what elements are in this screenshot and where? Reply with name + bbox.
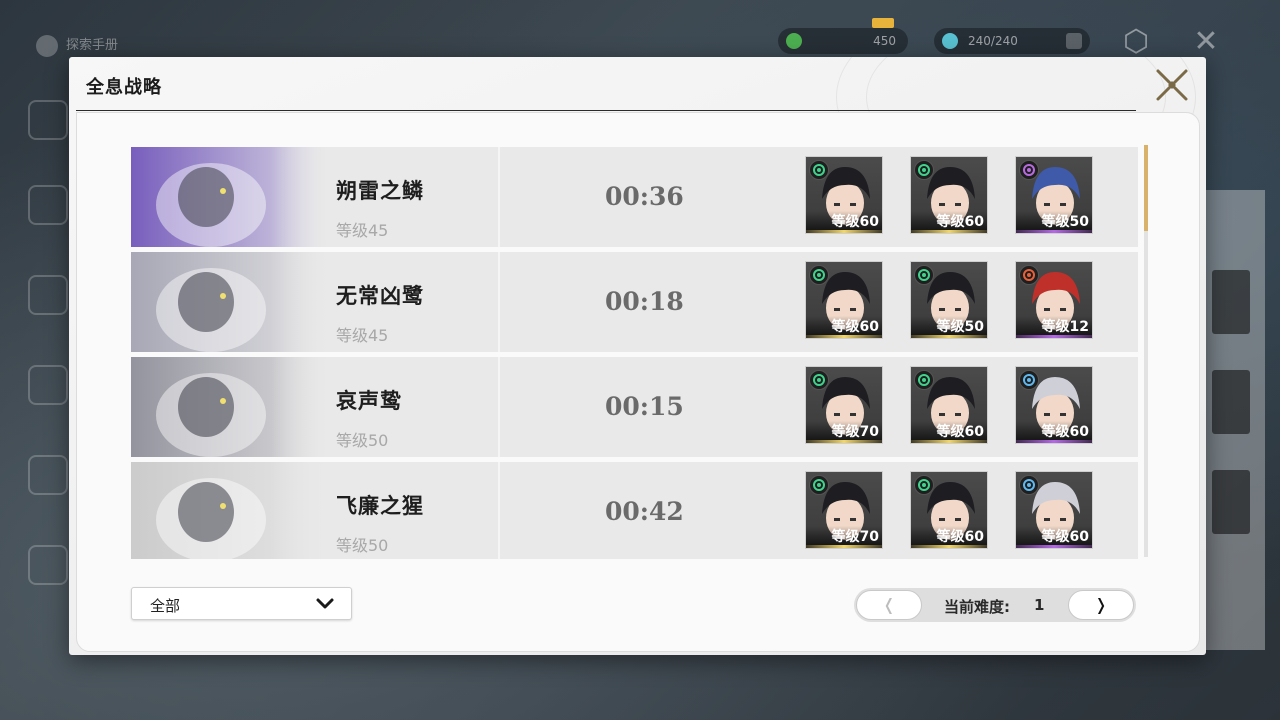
rarity-bar [911,230,987,233]
aero-icon [914,370,934,390]
fusion-icon [1019,265,1039,285]
background-slot [1212,270,1250,334]
row-divider [498,462,500,559]
side-icon [28,185,68,225]
row-divider [498,357,500,457]
close-icon [1156,69,1188,101]
next-difficulty-button[interactable]: ❭ [1068,590,1134,620]
team-character-card[interactable]: 等级60 [1015,471,1093,549]
add-icon [1066,33,1082,49]
background-title: 探索手册 [36,34,118,57]
rarity-bar [1016,440,1092,443]
boss-level: 等级45 [336,221,389,240]
boss-portrait [131,147,331,247]
background-slot [1212,470,1250,534]
chevron-down-icon [316,598,334,609]
dialog-title: 全息战略 [86,77,162,98]
boss-level: 等级50 [336,431,389,450]
currency-2-value: 240/240 [968,34,1018,48]
team-character-card[interactable]: 等级50 [910,261,988,339]
boss-row[interactable]: 朔雷之鳞等级45 00:36 等级60 等级60 等级50 [131,147,1138,247]
havoc-icon [1019,160,1039,180]
team-character-card[interactable]: 等级50 [1015,156,1093,234]
boss-row[interactable]: 哀声鸷等级50 00:15 等级70 等级60 等级60 [131,357,1138,457]
boss-portrait [131,357,331,457]
boss-name: 哀声鸷 [336,389,402,413]
currency-tag [872,18,894,28]
rarity-bar [806,230,882,233]
background-title-text: 探索手册 [66,38,119,53]
aero-icon [914,160,934,180]
clear-time: 00:18 [605,287,684,316]
rarity-bar [1016,545,1092,548]
team-character-card[interactable]: 等级60 [910,366,988,444]
team-character-card[interactable]: 等级70 [805,366,883,444]
boss-portrait [131,252,331,352]
side-icon [28,455,68,495]
boss-level: 等级50 [336,536,389,555]
clear-time: 00:36 [605,182,684,211]
hex-icon: ⬡ [1122,24,1150,59]
boss-row[interactable]: 飞廉之猩等级50 00:42 等级70 等级60 等级60 [131,462,1138,559]
team-character-card[interactable]: 等级60 [910,471,988,549]
rarity-bar [1016,230,1092,233]
aero-icon [809,475,829,495]
difficulty-value: 1 [1034,596,1045,614]
close-button[interactable] [1154,67,1190,103]
rarity-bar [806,335,882,338]
glacio-icon [1019,475,1039,495]
background-hud: 探索手册 450 240/240 ⬡ ✕ [0,18,1280,59]
team-character-card[interactable]: 等级60 [1015,366,1093,444]
holographic-strategy-dialog: 全息战略 朔雷之鳞 等级45 00:36 等级60 等级60 等级50 无常凶鹭 等级45 00… [69,57,1206,655]
background-hud-icon [36,34,58,57]
difficulty-pager: ❬ 当前难度: 1 ❭ [854,588,1136,622]
background-currency-1: 450 [778,18,908,54]
rarity-bar [806,440,882,443]
boss-level: 等级45 [336,326,389,345]
boss-row[interactable]: 无常凶鹭等级45 00:18 等级60 等级50 等级12 [131,252,1138,352]
aero-icon [914,475,934,495]
currency-1-value: 450 [873,34,896,48]
side-icon [28,365,68,405]
aero-icon [809,160,829,180]
team-character-card[interactable]: 等级60 [910,156,988,234]
team-character-card[interactable]: 等级60 [805,261,883,339]
rarity-bar [1016,335,1092,338]
rarity-bar [806,545,882,548]
background-close-icon: ✕ [1193,24,1219,59]
filter-selected-label: 全部 [150,597,181,615]
row-divider [498,252,500,352]
boss-name: 飞廉之猩 [336,494,424,518]
side-icon [28,275,68,315]
background-currency-2: 240/240 [934,28,1090,54]
glacio-icon [1019,370,1039,390]
team-character-card[interactable]: 等级70 [805,471,883,549]
boss-name: 朔雷之鳞 [336,179,424,203]
prev-difficulty-button[interactable]: ❬ [856,590,922,620]
rarity-bar [911,335,987,338]
rarity-bar [911,545,987,548]
side-icon [28,100,68,140]
aero-icon [914,265,934,285]
rarity-bar [911,440,987,443]
team-character-card[interactable]: 等级12 [1015,261,1093,339]
scrollbar-thumb[interactable] [1144,145,1148,231]
filter-dropdown[interactable]: 全部 [131,587,352,620]
team-character-card[interactable]: 等级60 [805,156,883,234]
row-divider [498,147,500,247]
boss-record-list[interactable]: 朔雷之鳞 等级45 00:36 等级60 等级60 等级50 无常凶鹭 等级45 00:18 等级… [131,147,1141,559]
clear-time: 00:15 [605,392,684,421]
clear-time: 00:42 [605,497,684,526]
title-divider [76,110,1136,111]
boss-portrait [131,462,331,559]
boss-name: 无常凶鹭 [336,284,424,308]
stamina-icon [942,33,958,49]
currency-icon [786,33,802,49]
aero-icon [809,370,829,390]
difficulty-label: 当前难度: [944,598,1010,616]
side-icon [28,545,68,585]
aero-icon [809,265,829,285]
background-slot [1212,370,1250,434]
